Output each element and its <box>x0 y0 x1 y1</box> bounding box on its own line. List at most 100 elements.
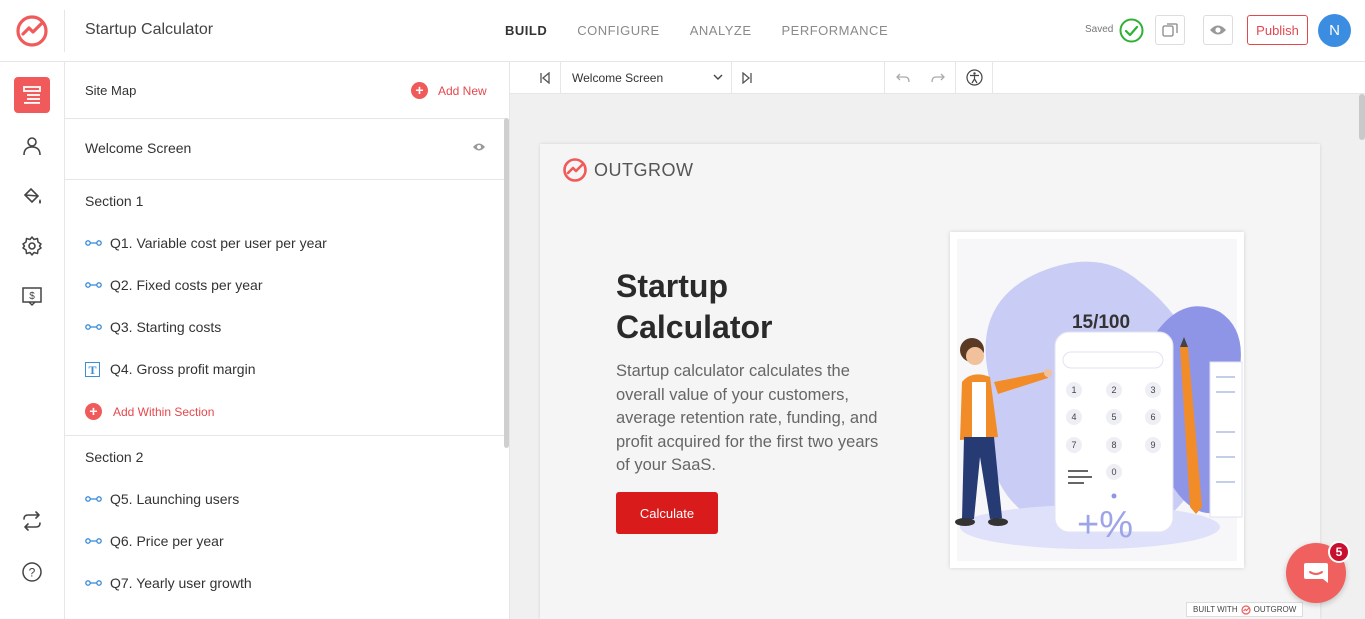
notification-badge: 5 <box>1328 541 1350 563</box>
theme-nav-button[interactable] <box>14 178 50 214</box>
slider-question-icon <box>85 281 102 289</box>
skip-back-icon <box>540 71 550 84</box>
sync-icon <box>23 511 41 531</box>
section-1-header[interactable]: Section 1 <box>65 193 505 209</box>
keypad-key: 5 <box>1111 412 1116 422</box>
gear-icon <box>22 236 42 256</box>
tab-configure[interactable]: CONFIGURE <box>577 23 660 38</box>
list-item[interactable]: Q1. Variable cost per user per year <box>85 235 327 251</box>
undo-icon <box>895 73 910 82</box>
settings-nav-button[interactable] <box>14 228 50 264</box>
slider-question-icon <box>85 239 102 247</box>
slider-question-icon <box>85 495 102 503</box>
built-with-brand: OUTGROW <box>1253 605 1297 614</box>
eye-icon[interactable] <box>472 142 486 152</box>
saved-label: Saved <box>1085 24 1114 35</box>
paint-bucket-icon <box>23 187 41 204</box>
copy-icon <box>1162 23 1178 37</box>
add-within-section-button[interactable]: + Add Within Section <box>85 403 214 420</box>
built-with-label: BUILT WITH <box>1193 605 1238 614</box>
list-item[interactable]: Q3. Starting costs <box>85 319 221 335</box>
sync-nav-button[interactable] <box>14 503 50 539</box>
brand-name: OUTGROW <box>594 159 694 180</box>
sitemap-nav-button[interactable] <box>14 77 50 113</box>
outgrow-logo-icon <box>563 158 587 182</box>
welcome-screen-label: Welcome Screen <box>85 140 192 156</box>
plus-icon: + <box>411 82 428 99</box>
main-nav: BUILD CONFIGURE ANALYZE PERFORMANCE <box>505 23 918 38</box>
last-screen-button[interactable] <box>732 62 762 93</box>
svg-text:T: T <box>88 363 96 377</box>
welcome-screen-item[interactable]: Welcome Screen <box>65 140 505 156</box>
accessibility-button[interactable] <box>956 62 993 93</box>
skip-forward-icon <box>742 71 752 84</box>
calculate-button[interactable]: Calculate <box>616 492 718 534</box>
svg-text:+%: +% <box>1077 504 1133 546</box>
site-map-title: Site Map <box>85 83 137 98</box>
title-line-2: Calculator <box>616 309 773 345</box>
publish-button[interactable]: Publish <box>1247 15 1308 45</box>
question-label: Q4. Gross profit margin <box>110 361 256 377</box>
list-item[interactable]: Q2. Fixed costs per year <box>85 277 263 293</box>
list-item[interactable]: Q5. Launching users <box>85 491 239 507</box>
help-icon: ? <box>22 562 42 582</box>
add-within-section-label: Add Within Section <box>113 404 215 419</box>
user-nav-button[interactable] <box>14 128 50 164</box>
section-2-header[interactable]: Section 2 <box>65 449 505 465</box>
avatar[interactable]: N <box>1318 14 1351 47</box>
outgrow-logo-icon[interactable] <box>14 13 50 49</box>
top-bar: Startup Calculator BUILD CONFIGURE ANALY… <box>0 0 1365 62</box>
question-label: Q3. Starting costs <box>110 319 222 335</box>
help-nav-button[interactable]: ? <box>14 554 50 590</box>
add-new-button[interactable]: + Add New <box>411 82 487 99</box>
svg-text:?: ? <box>29 566 36 580</box>
preview-description: Startup calculator calculates the overal… <box>616 362 879 474</box>
duplicate-button[interactable] <box>1155 15 1185 45</box>
user-icon <box>23 137 41 156</box>
redo-button[interactable] <box>920 62 956 93</box>
tab-performance[interactable]: PERFORMANCE <box>782 23 889 38</box>
title-line-1: Startup <box>616 268 728 304</box>
outgrow-logo-icon <box>1240 604 1251 615</box>
built-with-badge[interactable]: BUILT WITH OUTGROW <box>1186 602 1304 617</box>
list-item[interactable]: Q6. Price per year <box>85 533 224 549</box>
preview-title: Startup Calculator <box>616 266 876 348</box>
calculator-illustration: 15/100 1 2 3 4 5 6 7 8 9 0 +% = <box>950 232 1244 568</box>
chat-icon <box>1304 563 1328 583</box>
tab-analyze[interactable]: ANALYZE <box>690 23 752 38</box>
question-label: Q5. Launching users <box>110 491 240 507</box>
keypad-key: 3 <box>1150 385 1155 395</box>
question-label: Q2. Fixed costs per year <box>110 277 263 293</box>
keypad-key: 2 <box>1111 385 1116 395</box>
pricing-nav-button[interactable]: $ <box>14 278 50 314</box>
keypad-key: 1 <box>1071 385 1076 395</box>
keypad-key: 8 <box>1111 440 1116 450</box>
question-label: Q1. Variable cost per user per year <box>110 235 327 251</box>
question-label: Q6. Price per year <box>110 533 224 549</box>
keypad-key: 7 <box>1071 440 1076 450</box>
undo-button[interactable] <box>884 62 920 93</box>
redo-icon <box>930 73 945 82</box>
canvas-scrollbar[interactable] <box>1359 94 1365 140</box>
eye-icon <box>1210 25 1226 35</box>
outgrow-brand: OUTGROW <box>562 157 694 183</box>
tab-build[interactable]: BUILD <box>505 23 547 38</box>
site-map-header: Site Map + Add New <box>65 62 505 119</box>
list-item[interactable]: Q7. Yearly user growth <box>85 575 252 591</box>
first-screen-button[interactable] <box>530 62 560 93</box>
divider <box>64 10 65 52</box>
site-map-scrollbar[interactable] <box>504 118 509 448</box>
keypad-key: 9 <box>1150 440 1155 450</box>
chevron-down-icon <box>713 74 723 80</box>
app-title: Startup Calculator <box>85 21 214 38</box>
list-item[interactable]: T Q4. Gross profit margin <box>85 361 256 377</box>
accessibility-icon <box>965 69 983 86</box>
add-new-label: Add New <box>438 83 487 98</box>
keypad-key: 4 <box>1071 412 1076 422</box>
slider-question-icon <box>85 323 102 331</box>
svg-text:=: = <box>1180 513 1195 543</box>
keypad-key: 6 <box>1150 412 1155 422</box>
screen-select[interactable]: Welcome Screen <box>560 62 732 93</box>
dollar-screen-icon: $ <box>22 287 42 307</box>
preview-button[interactable] <box>1203 15 1233 45</box>
